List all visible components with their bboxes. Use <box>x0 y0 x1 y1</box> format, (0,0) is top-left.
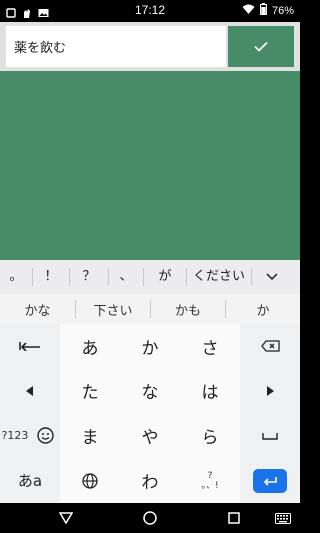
task-input[interactable] <box>6 26 226 67</box>
kana-key-sa[interactable]: さ <box>180 324 240 368</box>
arrow-left-icon <box>26 385 33 396</box>
keyboard-switch-button[interactable] <box>270 503 296 533</box>
enter-key[interactable] <box>240 458 300 503</box>
emoji-key[interactable] <box>30 413 60 458</box>
punct-key[interactable]: 。 <box>0 260 32 294</box>
globe-key[interactable] <box>60 458 120 503</box>
task-input-field[interactable] <box>6 26 226 67</box>
input-row <box>0 22 300 71</box>
status-indicators: 76% <box>242 3 294 18</box>
suggestion-row: かな 下さい かも か <box>0 294 300 324</box>
home-circle-icon <box>143 511 157 525</box>
app-content <box>0 22 300 260</box>
kana-key-a[interactable]: あ <box>60 324 120 368</box>
punct-key[interactable]: ？ <box>70 260 108 294</box>
punctuation-row: 。 ！ ？ 、 が ください <box>0 260 300 294</box>
battery-percent: 76% <box>271 4 294 17</box>
suggestion-item[interactable]: かな <box>0 300 75 319</box>
chevron-down-icon <box>266 273 278 281</box>
emoji-icon <box>36 427 54 444</box>
punct-key[interactable]: ください <box>187 260 251 294</box>
kana-key-wa[interactable]: わ <box>120 458 180 503</box>
cursor-left-key[interactable] <box>0 368 60 413</box>
suggestion-item[interactable]: かも <box>151 300 225 319</box>
enter-button-bg <box>253 468 287 493</box>
symbol-mode-key[interactable]: ?123 <box>0 413 30 458</box>
kana-key-ta[interactable]: た <box>60 368 120 413</box>
suggestion-item[interactable]: か <box>226 300 300 319</box>
back-button[interactable] <box>50 503 82 533</box>
check-icon <box>254 37 268 56</box>
globe-icon <box>82 472 98 489</box>
kana-key-ra[interactable]: ら <box>180 413 240 458</box>
punct-key[interactable]: が <box>144 260 186 294</box>
space-icon <box>262 432 278 440</box>
keyboard-icon <box>275 512 291 524</box>
punct-key[interactable]: ！ <box>33 260 69 294</box>
cursor-right-key[interactable] <box>240 368 300 413</box>
undo-key[interactable] <box>0 324 60 368</box>
kana-key-ka[interactable]: か <box>120 324 180 368</box>
punct-key[interactable]: 、 <box>109 260 143 294</box>
status-bar: 17:12 76% <box>0 0 300 22</box>
key-grid: ?123 あa あ か さ た な は ま や ら わ ? 。、! <box>0 324 300 503</box>
home-button[interactable] <box>134 503 166 533</box>
backspace-icon <box>260 340 280 352</box>
battery-icon <box>260 3 267 18</box>
navigation-bar <box>0 503 300 533</box>
backspace-key[interactable] <box>240 324 300 368</box>
suggestion-item[interactable]: 下さい <box>76 300 150 319</box>
confirm-button[interactable] <box>228 26 294 67</box>
kana-key-na[interactable]: な <box>120 368 180 413</box>
enter-arrow-icon <box>263 476 277 486</box>
undo-arrow-icon <box>19 342 40 351</box>
space-key[interactable] <box>240 413 300 458</box>
recents-square-icon <box>228 512 240 524</box>
arrow-right-icon <box>267 385 274 396</box>
punctuation-key[interactable]: ? 。、! <box>180 458 240 503</box>
language-switch-key[interactable]: あa <box>0 458 60 503</box>
recents-button[interactable] <box>218 503 250 533</box>
kana-key-ha[interactable]: は <box>180 368 240 413</box>
kana-key-ma[interactable]: ま <box>60 413 120 458</box>
wifi-icon <box>242 4 255 18</box>
back-triangle-icon <box>59 512 73 524</box>
kana-key-ya[interactable]: や <box>120 413 180 458</box>
expand-suggestions-button[interactable] <box>252 260 292 294</box>
software-keyboard: 。 ！ ？ 、 が ください かな 下さい かも か ?123 あa あ か さ… <box>0 260 300 503</box>
